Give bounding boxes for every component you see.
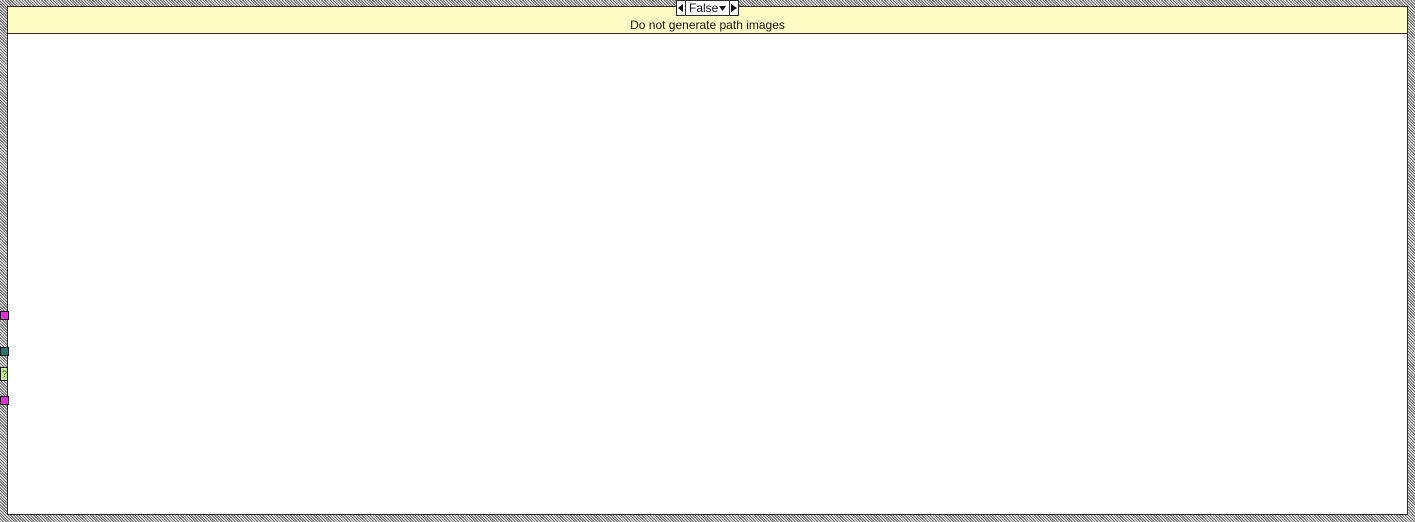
case-selector-label: False	[689, 1, 719, 15]
case-diagram-area[interactable]: Do not generate path images	[7, 6, 1408, 515]
input-tunnel-path-2[interactable]	[0, 396, 9, 405]
case-structure-frame[interactable]: False Do not generate path images ?	[0, 0, 1415, 522]
variant-glyph: ?	[2, 369, 8, 379]
input-tunnel-refnum[interactable]	[0, 347, 9, 356]
left-triangle-icon	[678, 4, 683, 12]
chevron-down-icon	[719, 6, 726, 11]
input-tunnel-variant[interactable]: ?	[0, 367, 8, 381]
case-selector[interactable]: False	[676, 0, 739, 16]
right-triangle-icon	[731, 4, 737, 12]
case-selector-label-box[interactable]: False	[685, 1, 730, 15]
increment-case-button[interactable]	[730, 1, 738, 15]
input-tunnel-path[interactable]	[0, 311, 9, 320]
case-comment-text: Do not generate path images	[630, 18, 785, 32]
decrement-case-button[interactable]	[677, 1, 685, 15]
